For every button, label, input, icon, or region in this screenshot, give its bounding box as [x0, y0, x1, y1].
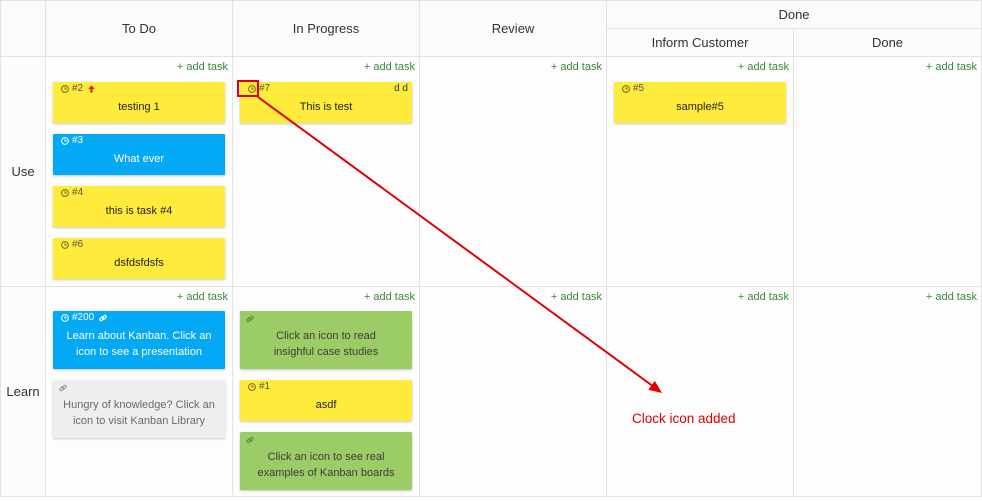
add-task-link[interactable]: + add task [177, 291, 228, 303]
add-task-link[interactable]: + add task [177, 61, 228, 73]
card-header: #3 [61, 135, 83, 146]
header-corner [1, 1, 46, 57]
task-card[interactable]: #6 dsfdsfdsfs [53, 238, 225, 279]
column-group-header-done[interactable]: Done [607, 1, 982, 29]
column-title: Done [871, 35, 904, 50]
column-group-title: Done [778, 7, 810, 22]
add-task-link[interactable]: + add task [551, 291, 602, 303]
card-header: #200 [61, 312, 107, 323]
task-card[interactable]: #7 d d This is test [240, 82, 412, 123]
swimlane-title: Learn [6, 384, 40, 399]
task-title: Click an icon to read insighful case stu… [273, 330, 379, 358]
add-task-link[interactable]: + add task [926, 291, 977, 303]
cell-learn-review: + add task [420, 287, 607, 497]
assignee-initials: d d [394, 83, 408, 94]
task-card[interactable]: Click an icon to see real examples of Ka… [240, 432, 412, 490]
task-title: dsfdsfdsfs [114, 257, 164, 269]
column-title: In Progress [292, 21, 360, 36]
task-id: #7 [259, 83, 271, 94]
swimlane-label-learn[interactable]: Learn [1, 287, 46, 497]
card-header: #4 [61, 187, 83, 198]
clock-icon[interactable] [61, 240, 69, 249]
task-title: sample#5 [676, 101, 724, 113]
task-title: testing 1 [118, 101, 160, 113]
column-title: To Do [122, 21, 156, 36]
card-header [246, 434, 254, 445]
link-icon[interactable] [99, 314, 107, 322]
task-id: #4 [72, 187, 84, 198]
task-title: Click an icon to see real examples of Ka… [257, 451, 395, 479]
clock-icon[interactable] [61, 313, 69, 322]
swimlane-label-use[interactable]: Use [1, 57, 46, 287]
task-card[interactable]: #5 sample#5 [614, 82, 786, 123]
priority-up-icon [88, 85, 95, 93]
task-card[interactable]: Click an icon to read insighful case stu… [240, 311, 412, 369]
column-title: Inform Customer [651, 35, 749, 50]
annotation-label: Clock icon added [632, 411, 736, 426]
clock-icon[interactable] [248, 382, 256, 391]
task-id: #1 [259, 381, 271, 392]
task-card[interactable]: #4 this is task #4 [53, 186, 225, 227]
task-title: this is task #4 [105, 205, 173, 217]
task-title: What ever [113, 153, 165, 165]
card-list: #2 testing 1 #3 What ever #4 this is tas… [53, 82, 225, 290]
card-list: Click an icon to read insighful case stu… [240, 311, 412, 501]
card-list: #200 Learn about Kanban. Click an icon t… [53, 311, 225, 449]
task-card[interactable]: #2 testing 1 [53, 82, 225, 123]
task-title: This is test [299, 101, 353, 113]
task-id: #6 [72, 239, 84, 250]
swimlane-title: Use [11, 164, 35, 179]
add-task-link[interactable]: + add task [551, 61, 602, 73]
task-id: #2 [72, 83, 84, 94]
column-header-in-progress[interactable]: In Progress [233, 1, 420, 57]
card-list: #7 d d This is test [240, 82, 412, 134]
task-title: Hungry of knowledge? Click an icon to vi… [63, 399, 215, 427]
column-header-review[interactable]: Review [420, 1, 607, 57]
card-header: #1 [248, 381, 270, 392]
task-id: #3 [72, 135, 84, 146]
card-header: #2 [61, 83, 95, 94]
task-title: asdf [315, 399, 337, 411]
add-task-link[interactable]: + add task [738, 291, 789, 303]
link-icon[interactable] [59, 384, 67, 392]
cell-use-inform-customer: + add task #5 sample#5 [607, 57, 794, 287]
card-header [59, 382, 67, 393]
cell-use-review: + add task [420, 57, 607, 287]
link-icon[interactable] [246, 315, 254, 323]
cell-learn-done: + add task [794, 287, 982, 497]
card-header [246, 313, 254, 324]
clock-icon[interactable] [61, 84, 69, 93]
column-title: Review [491, 21, 535, 36]
cell-learn-todo: + add task #200 Learn about Kanban. Clic… [46, 287, 233, 497]
task-title: Learn about Kanban. Click an icon to see… [66, 330, 212, 358]
add-task-link[interactable]: + add task [364, 61, 415, 73]
cell-use-in-progress: + add task #7 d d This is test [233, 57, 420, 287]
task-card[interactable]: #1 asdf [240, 380, 412, 421]
add-task-link[interactable]: + add task [738, 61, 789, 73]
add-task-link[interactable]: + add task [364, 291, 415, 303]
column-header-inform-customer[interactable]: Inform Customer [607, 29, 794, 57]
cell-use-todo: + add task #2 testing 1 #3 What ever #4 … [46, 57, 233, 287]
cell-use-done: + add task [794, 57, 982, 287]
add-task-link[interactable]: + add task [926, 61, 977, 73]
annotation-highlight-box [237, 80, 259, 97]
task-id: #200 [72, 312, 95, 323]
cell-learn-in-progress: + add task Click an icon to read insighf… [233, 287, 420, 497]
card-header: #6 [61, 239, 83, 250]
clock-icon[interactable] [622, 84, 630, 93]
cell-learn-inform-customer: + add task [607, 287, 794, 497]
kanban-board: To Do In Progress Review Done Inform Cus… [0, 0, 982, 497]
link-icon[interactable] [246, 436, 254, 444]
clock-icon[interactable] [61, 136, 69, 145]
task-card[interactable]: Hungry of knowledge? Click an icon to vi… [53, 380, 225, 438]
task-id: #5 [633, 83, 645, 94]
task-card[interactable]: #200 Learn about Kanban. Click an icon t… [53, 311, 225, 369]
card-list: #5 sample#5 [614, 82, 786, 134]
clock-icon[interactable] [61, 188, 69, 197]
column-header-todo[interactable]: To Do [46, 1, 233, 57]
column-header-done[interactable]: Done [794, 29, 982, 57]
card-header: #5 [622, 83, 644, 94]
task-card[interactable]: #3 What ever [53, 134, 225, 175]
